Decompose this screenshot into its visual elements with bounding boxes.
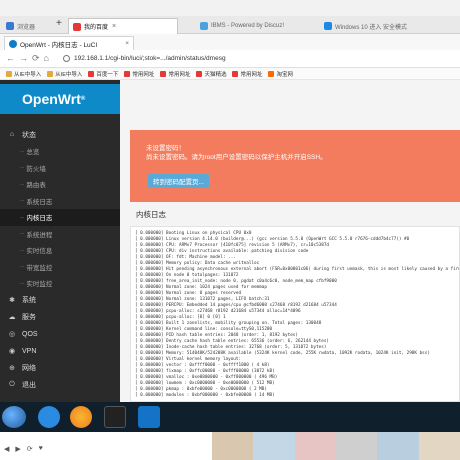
taobao-icon bbox=[268, 70, 275, 77]
vpn-icon: ◉ bbox=[8, 348, 16, 355]
discuz-favicon-icon bbox=[200, 22, 208, 30]
log-line: [ 0.000000] modules : 0xbf000000 - 0xbfe… bbox=[135, 393, 275, 398]
thumbnail[interactable] bbox=[212, 432, 254, 460]
brand-logo[interactable]: OpenWrt ® bbox=[0, 84, 120, 114]
info-icon bbox=[62, 55, 70, 62]
home-icon: ⌂ bbox=[9, 131, 15, 138]
sidebar-item-logout[interactable]: ⏻ 退出 bbox=[0, 377, 120, 394]
bookmarks-bar: 从IE中导入 从IE中导入 百度一下 常用网址 常用网址 天猫精选 常用网址 淘… bbox=[0, 68, 460, 80]
bookmark-icon bbox=[124, 70, 131, 77]
submenu-monitor[interactable]: -- 实时监控 bbox=[0, 275, 120, 292]
url-field[interactable]: 192.168.1.1/cgi-bin/luci/;stok=.../admin… bbox=[62, 55, 226, 62]
teamviewer-icon[interactable] bbox=[138, 406, 160, 428]
prev-icon[interactable]: ◀ bbox=[4, 445, 9, 453]
sidebar-item-network[interactable]: ⊕ 网络 bbox=[0, 360, 120, 377]
inner-tab-openwrt[interactable]: OpenWrt - 内核日志 - LuCI × bbox=[4, 36, 134, 50]
sidebar-item-system[interactable]: ✱ 系统 bbox=[0, 292, 120, 309]
ie-icon[interactable] bbox=[38, 406, 60, 428]
folder-icon bbox=[47, 70, 54, 77]
sidebar-item-vpn[interactable]: ◉ VPN bbox=[0, 343, 120, 360]
browser-favicon-icon bbox=[6, 22, 14, 30]
sidebar: OpenWrt ® ⌂ 状态 -- 总览 -- 防火墙 -- 路由表 -- 系统日… bbox=[0, 80, 120, 402]
top-tab-1[interactable]: 我的百度 × bbox=[68, 18, 178, 34]
bookmark-item[interactable]: 常用网址 bbox=[160, 70, 190, 78]
bookmark-item[interactable]: 天猫精选 bbox=[196, 70, 226, 78]
submenu-realtime[interactable]: -- 实时信息 bbox=[0, 242, 120, 259]
openwrt-page: OpenWrt ® ⌂ 状态 -- 总览 -- 防火墙 -- 路由表 -- 系统日… bbox=[0, 80, 460, 402]
bookmark-icon bbox=[232, 70, 239, 77]
baidu-favicon-icon bbox=[73, 22, 81, 31]
submenu-firewall[interactable]: -- 防火墙 bbox=[0, 160, 120, 177]
reload-icon[interactable]: ⟳ bbox=[32, 53, 40, 64]
inner-tab-label: OpenWrt - 内核日志 - LuCI bbox=[20, 41, 98, 49]
taskbar bbox=[0, 402, 460, 432]
bottom-bar: ◀ ▶ ⟳ ♥ bbox=[0, 432, 460, 460]
paw-icon bbox=[88, 70, 95, 77]
firefox-icon[interactable] bbox=[70, 406, 92, 428]
submenu-routes[interactable]: -- 路由表 bbox=[0, 176, 120, 193]
kernel-log-box[interactable]: [ 0.000000] Booting Linux on physical CP… bbox=[130, 226, 460, 402]
tab-label: IBMS - Powered by Discuz! bbox=[211, 23, 285, 29]
home-icon[interactable]: ⌂ bbox=[44, 53, 49, 64]
bookmark-icon bbox=[160, 70, 167, 77]
submenu-bandwidth[interactable]: -- 带宽监控 bbox=[0, 259, 120, 276]
goto-password-button[interactable]: 转到密码配置页... bbox=[148, 174, 209, 188]
sidebar-item-qos[interactable]: ◎ QOS bbox=[0, 326, 120, 343]
url-text: 192.168.1.1/cgi-bin/luci/;stok=.../admin… bbox=[73, 55, 226, 62]
top-tab-row: 浏览器 我的百度 × IBMS - Powered by Discuz! Win… bbox=[0, 16, 460, 34]
thumbnail[interactable] bbox=[377, 432, 419, 460]
alert-message: 未设置密码！ 尚未设置密码。请为root用户设置密码以保护主机并开启SSH。 bbox=[146, 145, 327, 161]
address-bar: ← → ⟳ ⌂ 192.168.1.1/cgi-bin/luci/;stok=.… bbox=[0, 50, 460, 68]
top-tab-3[interactable]: Windows 10 进入 安全模式 bbox=[320, 18, 440, 34]
sidebar-item-status[interactable]: ⌂ 状态 bbox=[0, 126, 120, 143]
submenu-processes[interactable]: -- 系统进程 bbox=[0, 226, 120, 243]
sidebar-menu: ⌂ 状态 -- 总览 -- 防火墙 -- 路由表 -- 系统日志 -- 内核日志… bbox=[0, 126, 120, 394]
bookmark-item[interactable]: 常用网址 bbox=[232, 70, 262, 78]
section-title: 内核日志 bbox=[136, 210, 166, 219]
thumbnail[interactable] bbox=[418, 432, 460, 460]
bookmark-item[interactable]: 从IE中导入 bbox=[47, 70, 82, 78]
close-tab-icon[interactable]: × bbox=[112, 23, 116, 30]
thumbnail[interactable] bbox=[335, 432, 378, 460]
gear-icon: ✱ bbox=[9, 297, 15, 304]
windows-favicon-icon bbox=[324, 22, 332, 30]
tab-label: Windows 10 进入 安全模式 bbox=[335, 24, 408, 31]
close-tab-icon[interactable]: × bbox=[125, 40, 129, 47]
openwrt-favicon-icon bbox=[9, 39, 17, 48]
bookmark-item[interactable]: 百度一下 bbox=[88, 70, 118, 78]
terminal-icon[interactable] bbox=[104, 406, 126, 428]
submenu-overview[interactable]: -- 总览 bbox=[0, 143, 120, 160]
submenu-syslog[interactable]: -- 系统日志 bbox=[0, 193, 120, 210]
bookmark-item[interactable]: 淘宝网 bbox=[268, 70, 293, 78]
logout-icon: ⏻ bbox=[9, 381, 15, 388]
bookmark-item[interactable]: 从IE中导入 bbox=[6, 70, 41, 78]
favorite-icon[interactable]: ♥ bbox=[39, 445, 43, 453]
tmall-icon bbox=[196, 70, 203, 77]
submenu-kernel-log[interactable]: -- 内核日志 bbox=[0, 209, 120, 226]
folder-icon bbox=[6, 70, 12, 77]
thumbnail-strip bbox=[212, 432, 460, 460]
browser-tab-strip: 浏览器 我的百度 × IBMS - Powered by Discuz! Win… bbox=[0, 0, 460, 34]
sidebar-item-services[interactable]: ☁ 服务 bbox=[0, 309, 120, 326]
network-icon: ⊕ bbox=[9, 365, 15, 372]
inner-tab-row: OpenWrt - 内核日志 - LuCI × bbox=[0, 34, 460, 50]
tab-label: 我的百度 bbox=[84, 25, 109, 31]
thumbnail[interactable] bbox=[294, 432, 336, 460]
new-tab-button[interactable]: + bbox=[56, 18, 62, 29]
top-tab-2[interactable]: IBMS - Powered by Discuz! bbox=[196, 18, 316, 34]
bookmark-item[interactable]: 常用网址 bbox=[124, 70, 154, 78]
next-icon[interactable]: ▶ bbox=[15, 445, 20, 453]
top-tab-0[interactable]: 浏览器 bbox=[2, 18, 52, 34]
cloud-icon: ☁ bbox=[8, 314, 16, 321]
forward-icon[interactable]: → bbox=[19, 53, 28, 64]
back-icon[interactable]: ← bbox=[6, 53, 15, 64]
thumbnail[interactable] bbox=[253, 432, 295, 460]
qos-icon: ◎ bbox=[8, 331, 16, 338]
no-password-alert: 未设置密码！ 尚未设置密码。请为root用户设置密码以保护主机并开启SSH。 转… bbox=[130, 130, 460, 202]
main-content: 未设置密码！ 尚未设置密码。请为root用户设置密码以保护主机并开启SSH。 转… bbox=[120, 80, 460, 402]
start-orb-icon[interactable] bbox=[2, 406, 26, 428]
tab-label: 浏览器 bbox=[17, 24, 36, 31]
refresh-icon[interactable]: ⟳ bbox=[27, 445, 33, 453]
